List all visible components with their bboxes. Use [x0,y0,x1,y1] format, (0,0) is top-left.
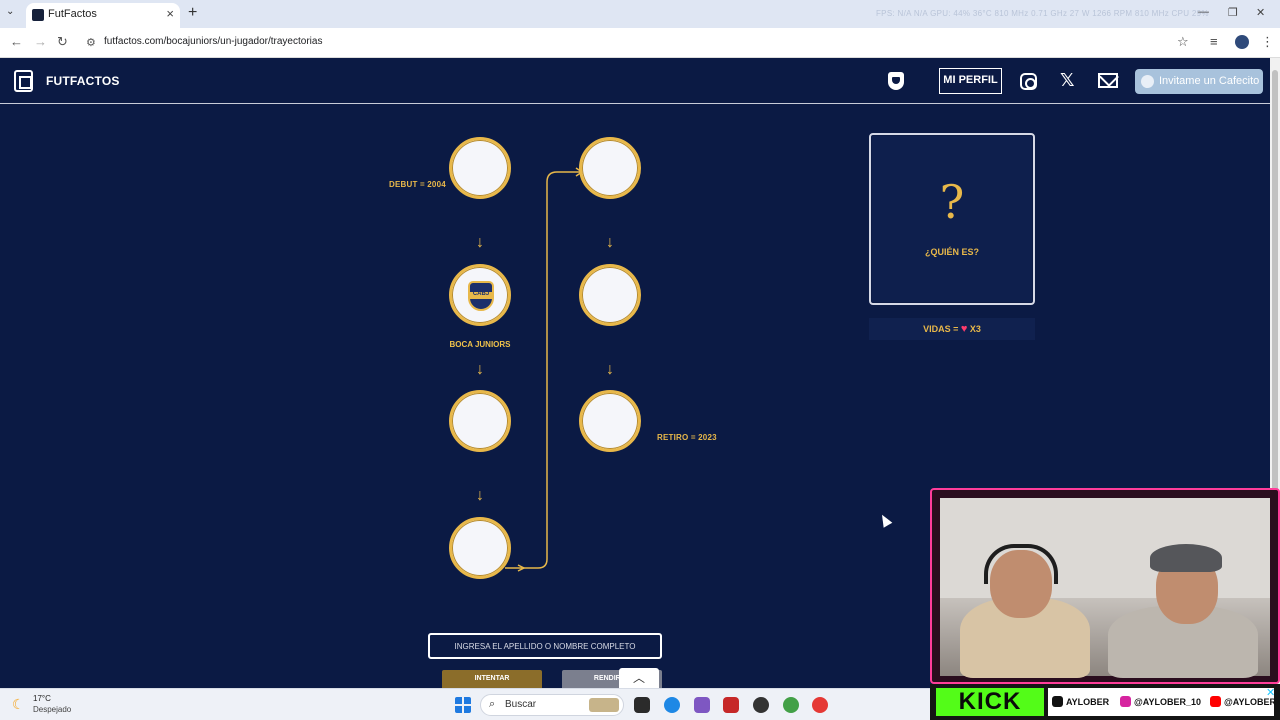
webcam-video [940,498,1270,678]
window-close-icon[interactable]: ✕ [1256,6,1265,19]
browser-tab[interactable]: FutFactos × [26,3,180,28]
stream-social-bar: KICK AYLOBER @AYLOBER_10 @AYLOBER [930,684,1280,720]
streaming-app-icon[interactable] [723,697,739,713]
kick-logo: KICK [936,688,1044,716]
system-stats-overlay: FPS: N/A N/A GPU: 44% 36°C 810 MHz 0.71 … [876,9,1209,18]
try-button[interactable]: INTENTAR [442,670,542,690]
minimize-icon[interactable]: — [1198,6,1209,18]
browser-tabbar: ⌄ FutFactos × + FPS: N/A N/A GPU: 44% 36… [0,0,1280,28]
career-slot-2: CABJ [449,264,511,326]
webcam-overlay [930,488,1280,684]
cafecito-icon [1141,75,1154,88]
browser-navbar: ← → ↻ ⚙ futfactos.com/bocajuniors/un-jug… [0,28,1280,58]
heart-icon: ♥ [960,323,968,335]
down-arrow-icon: ↓ [476,487,484,504]
task-view-icon[interactable] [634,697,650,713]
badge-text: CABJ [472,291,490,297]
down-arrow-icon: ↓ [476,234,484,251]
windows-start-icon[interactable] [455,697,471,713]
new-tab-icon[interactable]: + [188,4,197,22]
debut-label: DEBUT = 2004 [389,180,446,189]
tiktok-icon [1052,696,1063,707]
tiktok-handle: AYLOBER [1066,697,1110,707]
search-icon: ⌕ [489,698,496,710]
profile-button[interactable]: MI PERFIL [939,68,1002,94]
instagram-handle: @AYLOBER_10 [1134,697,1201,707]
site-header: FUTFACTOS MI PERFIL 𝕏 Invitame un Cafeci… [0,58,1270,104]
cafecito-button[interactable]: Invitame un Cafecito [1135,69,1263,94]
weather-moon-icon[interactable]: ☾ [12,696,25,713]
question-mark: ? [939,175,965,229]
site-info-icon[interactable]: ⚙ [86,36,96,49]
edge-icon[interactable] [664,697,680,713]
boca-juniors-badge-icon: CABJ [468,281,494,311]
career-slot-7 [579,390,641,452]
discord-icon[interactable] [694,697,710,713]
obs-icon[interactable] [753,697,769,713]
mouse-cursor-icon [877,512,893,528]
lives-indicator: VIDAS = ♥ X3 [869,318,1035,340]
x-twitter-icon[interactable]: 𝕏 [1060,70,1075,91]
bookmark-star-icon[interactable]: ☆ [1177,34,1189,50]
headphones-icon [984,544,1058,584]
down-arrow-icon: ↓ [606,234,614,251]
team-name-label: BOCA JUNIORS [449,340,511,349]
profile-avatar[interactable] [1235,35,1249,49]
career-slot-3 [449,390,511,452]
favicon-icon [32,9,44,21]
tab-search-chevron-icon[interactable]: ⌄ [6,6,14,17]
chrome-icon[interactable] [783,697,799,713]
taskbar-search[interactable]: ⌕ Buscar [480,694,624,716]
cap-icon [1150,544,1222,572]
club-shield-icon[interactable] [888,72,904,90]
instagram-handle-icon [1120,696,1131,707]
back-icon[interactable]: ← [10,34,23,49]
search-highlight-image [589,698,619,712]
cafecito-label: Invitame un Cafecito [1159,75,1260,87]
media-control-icon[interactable]: ≡ [1210,34,1218,49]
player-guess-input[interactable] [428,633,662,659]
overlay-close-icon[interactable]: ✕ [1266,686,1275,699]
reload-icon[interactable]: ↻ [57,34,68,50]
lives-count: X3 [969,324,981,334]
career-connector-line [505,167,584,572]
windows-taskbar: ☾ 17°C Despejado ⌕ Buscar [0,688,930,720]
tab-title: FutFactos [48,8,97,20]
media-player-icon[interactable] [812,697,828,713]
scroll-up-chevron-icon[interactable]: ︿ [619,668,659,688]
down-arrow-icon: ↓ [606,361,614,378]
weather-temperature[interactable]: 17°C [33,694,51,703]
career-slot-6 [579,264,641,326]
career-slot-1 [449,137,511,199]
who-is-label: ¿QUIÉN ES? [924,247,979,257]
instagram-icon[interactable] [1020,73,1037,90]
mystery-player-card: ? ¿QUIÉN ES? [869,133,1035,305]
social-handles: AYLOBER @AYLOBER_10 @AYLOBER [1048,688,1276,716]
mail-icon[interactable] [1098,73,1118,88]
address-bar[interactable]: futfactos.com/bocajuniors/un-jugador/tra… [104,36,322,47]
career-slot-5 [579,137,641,199]
lives-label: VIDAS = [923,324,959,334]
forward-icon[interactable]: → [34,34,47,49]
browser-menu-icon[interactable]: ⋮ [1261,34,1274,50]
career-slot-4 [449,517,511,579]
youtube-icon [1210,696,1221,707]
futfactos-logo-icon[interactable] [14,70,33,92]
down-arrow-icon: ↓ [476,361,484,378]
tab-close-icon[interactable]: × [166,6,174,21]
maximize-icon[interactable]: ❐ [1228,6,1238,19]
brand-name[interactable]: FUTFACTOS [46,74,120,88]
weather-condition[interactable]: Despejado [33,705,71,714]
retiro-label: RETIRO = 2023 [657,433,717,442]
search-label: Buscar [505,699,537,710]
